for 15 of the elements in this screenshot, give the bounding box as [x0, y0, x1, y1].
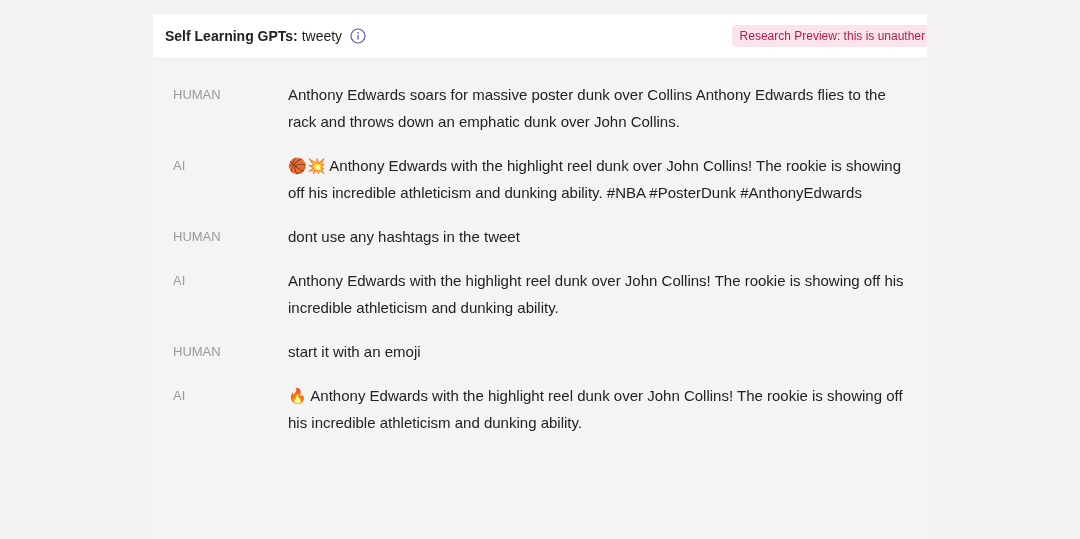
message-text: Anthony Edwards soars for massive poster dunk over Collins Anthony Edwards flies to the rack and throws down an emphatic dunk over John Collins. [288, 85, 887, 132]
message-text: 🏀💥 Anthony Edwards with the highlight reel dunk over John Collins! The rookie is showing off his incredible athleticism and dunking ability. #NBA #PosterDunk #AnthonyEdwards [288, 156, 903, 203]
role-label: AI [173, 272, 187, 290]
role-label: AI [173, 387, 187, 405]
message-text: dont use any hashtags in the tweet [288, 227, 521, 247]
role-label: HUMAN [173, 86, 222, 104]
message-text: start it with an emoji [288, 342, 422, 362]
page-title: Self Learning GPTs: tweety [165, 28, 343, 44]
message-text: 🔥 Anthony Edwards with the highlight reel dunk over John Collins! The rookie is showing off his incredible athleticism and dunking ability. [288, 386, 904, 433]
role-label: AI [173, 157, 187, 175]
role-label: HUMAN [173, 343, 222, 361]
preview-badge: Research Preview: this is unauther [731, 25, 927, 47]
message-text: Anthony Edwards with the highlight reel dunk over John Collins! The rookie is showing off his incredible athleticism and dunking ability. [288, 271, 905, 318]
role-label: HUMAN [173, 228, 222, 246]
info-icon[interactable] [350, 28, 367, 44]
